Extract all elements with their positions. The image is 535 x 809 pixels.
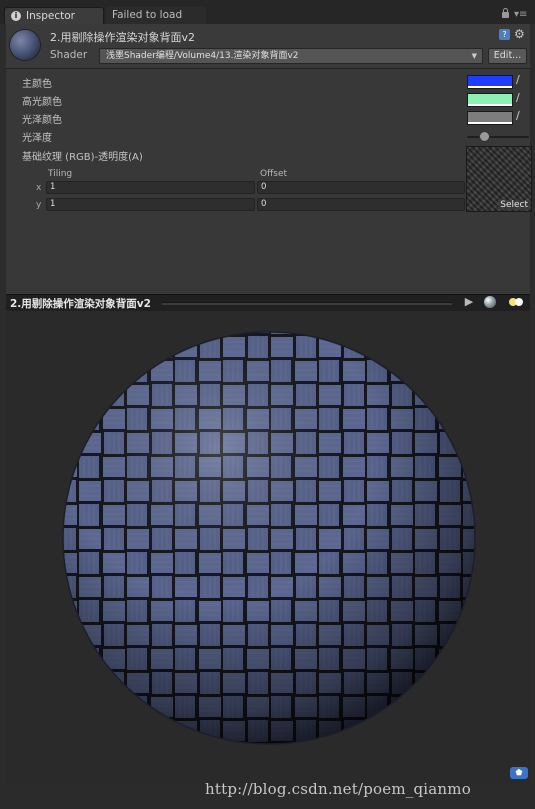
window-right-edge [530, 24, 535, 786]
sphere-preview-icon[interactable] [484, 296, 496, 308]
eyedropper-icon[interactable]: ∕ [516, 109, 520, 122]
tab-failed-to-load[interactable]: Failed to load [106, 7, 206, 24]
preview-sphere [62, 331, 476, 745]
chevron-down-icon: ▼ [471, 52, 477, 60]
main-texture-label: 基础纹理 (RGB)-透明度(A) [22, 152, 143, 163]
shader-dropdown-value: 浅墨Shader编程/Volume4/13.渲染对象背面v2 [106, 51, 299, 61]
tiling-x-value: 1 [50, 182, 56, 192]
play-icon[interactable]: ▶ [459, 295, 479, 309]
shininess-slider-thumb[interactable] [478, 131, 490, 142]
offset-x-field[interactable]: 0 [257, 181, 465, 194]
offset-header: Offset [260, 169, 288, 179]
alpha-bar [468, 122, 512, 124]
material-title: 2.用剔除操作渲染对象背面v2 [50, 31, 196, 44]
main-color-swatch[interactable] [467, 75, 513, 89]
gear-icon[interactable]: ⚙ [514, 27, 525, 41]
shininess-slider-track[interactable] [467, 136, 529, 138]
info-icon: i [11, 11, 21, 21]
shader-dropdown[interactable]: 浅墨Shader编程/Volume4/13.渲染对象背面v2 ▼ [99, 48, 483, 64]
tiling-header: Tiling [48, 169, 73, 179]
offset-y-value: 0 [261, 199, 267, 209]
alpha-bar [468, 86, 512, 88]
tag-icon[interactable]: ⬟ [510, 767, 528, 779]
y-axis-label: y [36, 200, 42, 210]
preview-divider [162, 302, 452, 305]
preview-title: 2.用剔除操作渲染对象背面v2 [10, 298, 151, 310]
material-preview[interactable] [6, 311, 530, 786]
spec-color-label: 高光颜色 [22, 97, 62, 108]
tab-menu-icon[interactable]: ▾≡ [514, 9, 527, 20]
tiling-y-value: 1 [50, 199, 56, 209]
help-icon[interactable]: ? [499, 29, 510, 40]
tiling-y-field[interactable]: 1 [46, 198, 255, 211]
watermark-text: http://blog.csdn.net/poem_qianmo [205, 780, 471, 798]
tab-inspector[interactable]: i Inspector [4, 7, 104, 25]
material-thumbnail [10, 30, 40, 60]
tab-failed-label: Failed to load [112, 9, 183, 21]
texture-select-button[interactable]: Select [498, 200, 530, 210]
main-texture-slot[interactable]: Select [466, 146, 532, 212]
x-axis-label: x [36, 183, 42, 193]
main-color-label: 主颜色 [22, 79, 52, 90]
emission-color-label: 光泽颜色 [22, 115, 62, 126]
eyedropper-icon[interactable]: ∕ [516, 91, 520, 104]
spec-color-swatch[interactable] [467, 93, 513, 107]
alpha-bar [468, 104, 512, 106]
offset-x-value: 0 [261, 182, 267, 192]
offset-y-field[interactable]: 0 [257, 198, 465, 211]
shader-label: Shader [50, 49, 88, 61]
lock-icon[interactable] [502, 8, 509, 18]
edit-shader-button[interactable]: Edit... [488, 48, 527, 64]
emission-color-swatch[interactable] [467, 111, 513, 125]
tiling-x-field[interactable]: 1 [46, 181, 255, 194]
shininess-label: 光泽度 [22, 133, 52, 144]
light-toggle-icon[interactable] [509, 297, 525, 307]
tab-inspector-label: Inspector [26, 10, 75, 22]
eyedropper-icon[interactable]: ∕ [516, 73, 520, 86]
